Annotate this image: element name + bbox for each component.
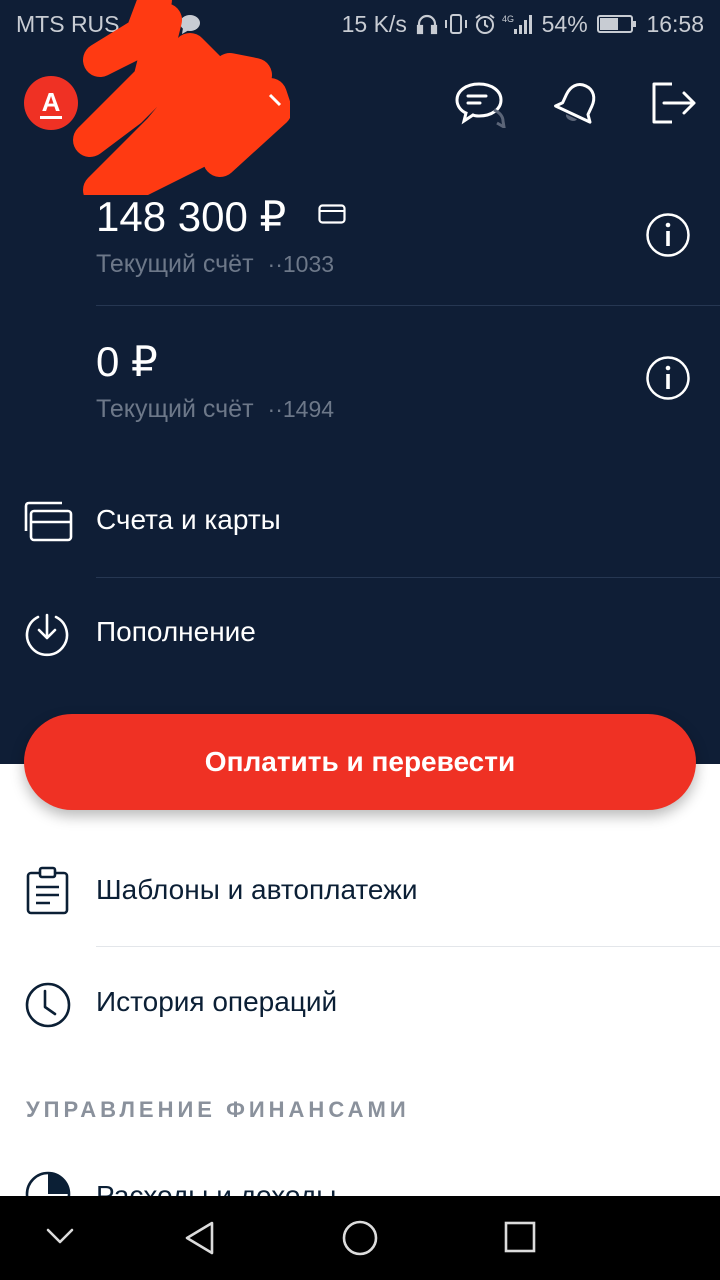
divider xyxy=(96,946,720,947)
alarm-icon xyxy=(474,13,496,41)
menu-item-topup[interactable]: Пополнение xyxy=(0,592,720,682)
account-row[interactable]: 148 300 ₽ Текущий счёт ··1033 xyxy=(0,180,720,304)
download-circle-icon xyxy=(25,613,69,657)
redaction-scribble xyxy=(73,0,290,195)
chevron-down-icon[interactable] xyxy=(44,1224,76,1248)
signal-icon: 4G xyxy=(502,13,533,41)
pie-chart-icon xyxy=(25,1171,71,1196)
speed-label: 15 K/s xyxy=(341,11,407,37)
home-icon[interactable] xyxy=(340,1218,380,1258)
account-number: ··1033 xyxy=(267,251,335,277)
clipboard-icon xyxy=(26,866,69,915)
pay-transfer-button[interactable]: Оплатить и перевести xyxy=(24,714,696,810)
system-nav-bar xyxy=(0,1196,720,1280)
info-icon[interactable] xyxy=(645,212,691,258)
bell-icon[interactable] xyxy=(552,80,602,130)
divider xyxy=(96,577,720,578)
menu-item-history[interactable]: История операций xyxy=(0,962,720,1052)
account-number: ··1494 xyxy=(267,396,335,422)
menu-item-label: История операций xyxy=(96,986,338,1017)
menu-item-expenses-income[interactable]: Расходы и доходы xyxy=(0,1160,720,1196)
divider xyxy=(96,305,720,306)
menu-item-label: Расходы и доходы xyxy=(96,1180,337,1196)
net-type-label: 4G xyxy=(502,14,514,24)
info-icon[interactable] xyxy=(645,355,691,401)
card-icon xyxy=(318,204,346,224)
battery-icon xyxy=(597,13,637,41)
account-row[interactable]: 0 ₽ Текущий счёт ··1494 xyxy=(0,325,720,449)
cards-icon xyxy=(24,501,73,542)
account-amount: 148 300 ₽ xyxy=(96,193,287,240)
account-amount: 0 ₽ xyxy=(96,338,158,385)
account-label: Текущий счёт xyxy=(96,395,254,423)
section-title: УПРАВЛЕНИЕ ФИНАНСАМИ xyxy=(26,1097,410,1122)
recents-icon[interactable] xyxy=(503,1220,537,1254)
logo-underline xyxy=(40,116,62,119)
vibrate-icon xyxy=(444,13,468,41)
battery-label: 54% xyxy=(541,11,588,37)
account-label: Текущий счёт xyxy=(96,250,254,278)
menu-item-label: Счета и карты xyxy=(96,504,281,535)
menu-item-accounts-cards[interactable]: Счета и карты xyxy=(0,480,720,570)
menu-item-label: Пополнение xyxy=(96,616,256,647)
time-label: 16:58 xyxy=(646,11,704,37)
back-icon[interactable] xyxy=(182,1220,218,1256)
logout-icon[interactable] xyxy=(650,80,698,126)
menu-item-templates[interactable]: Шаблоны и автоплатежи xyxy=(0,850,720,940)
menu-item-label: Шаблоны и автоплатежи xyxy=(96,874,418,905)
headphones-icon xyxy=(416,13,438,41)
chat-icon[interactable] xyxy=(454,80,506,128)
clock-icon xyxy=(25,982,71,1028)
